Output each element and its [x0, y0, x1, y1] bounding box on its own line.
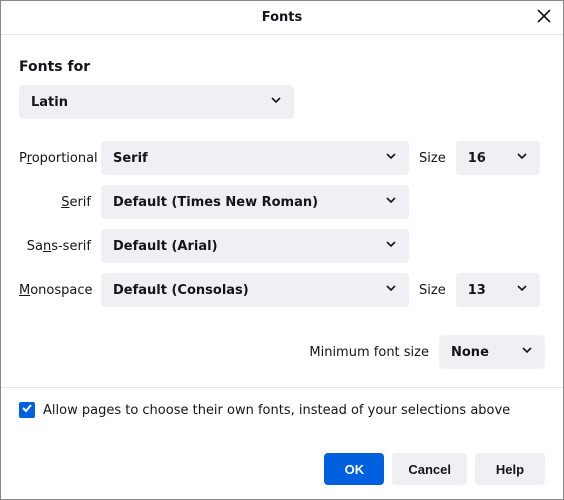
proportional-row: Serif Size 16 — [101, 141, 545, 175]
sans-serif-value: Default (Arial) — [113, 239, 218, 254]
titlebar: Fonts — [1, 1, 563, 35]
chevron-down-icon — [385, 194, 397, 210]
sans-serif-label: Sans-serif — [19, 239, 101, 254]
chevron-down-icon — [385, 150, 397, 166]
minimum-font-value: None — [451, 345, 489, 360]
minimum-font-label: Minimum font size — [309, 345, 429, 360]
sans-serif-row: Default (Arial) — [101, 229, 545, 263]
ok-button[interactable]: OK — [324, 453, 384, 485]
cancel-button[interactable]: Cancel — [392, 453, 467, 485]
dialog-title: Fonts — [262, 10, 303, 25]
language-value: Latin — [31, 95, 68, 110]
sans-serif-select[interactable]: Default (Arial) — [101, 229, 409, 263]
help-button[interactable]: Help — [475, 453, 545, 485]
chevron-down-icon — [270, 94, 282, 110]
minimum-font-select[interactable]: None — [439, 335, 545, 369]
chevron-down-icon — [385, 282, 397, 298]
language-select[interactable]: Latin — [19, 85, 294, 119]
chevron-down-icon — [516, 282, 528, 298]
proportional-value: Serif — [113, 151, 148, 166]
close-icon — [537, 9, 551, 27]
section-heading: Fonts for — [19, 59, 545, 75]
monospace-value: Default (Consolas) — [113, 283, 249, 298]
chevron-down-icon — [521, 344, 533, 360]
allow-pages-row: Allow pages to choose their own fonts, i… — [19, 402, 545, 418]
minimum-font-row: Minimum font size None — [19, 335, 545, 369]
chevron-down-icon — [385, 238, 397, 254]
serif-select[interactable]: Default (Times New Roman) — [101, 185, 409, 219]
proportional-select[interactable]: Serif — [101, 141, 409, 175]
proportional-label: Proportional — [19, 151, 101, 166]
proportional-size-label: Size — [419, 151, 446, 166]
dialog-footer: OK Cancel Help — [1, 441, 563, 499]
serif-value: Default (Times New Roman) — [113, 195, 318, 210]
monospace-label: Monospace — [19, 283, 101, 298]
proportional-size-select[interactable]: 16 — [456, 141, 540, 175]
fonts-dialog: Fonts Fonts for Latin Proportional Serif… — [0, 0, 564, 500]
allow-pages-checkbox[interactable] — [19, 402, 35, 418]
monospace-size-value: 13 — [468, 283, 486, 298]
font-grid: Proportional Serif Size 16 Serif Default… — [19, 141, 545, 307]
monospace-row: Default (Consolas) Size 13 — [101, 273, 545, 307]
monospace-size-select[interactable]: 13 — [456, 273, 540, 307]
check-icon — [21, 402, 33, 418]
allow-pages-label: Allow pages to choose their own fonts, i… — [43, 403, 510, 418]
dialog-content: Fonts for Latin Proportional Serif Size … — [1, 35, 563, 441]
monospace-size-label: Size — [419, 283, 446, 298]
chevron-down-icon — [516, 150, 528, 166]
proportional-size-value: 16 — [468, 151, 486, 166]
divider — [1, 387, 563, 388]
monospace-select[interactable]: Default (Consolas) — [101, 273, 409, 307]
serif-label: Serif — [19, 195, 101, 210]
serif-row: Default (Times New Roman) — [101, 185, 545, 219]
close-button[interactable] — [531, 5, 557, 31]
